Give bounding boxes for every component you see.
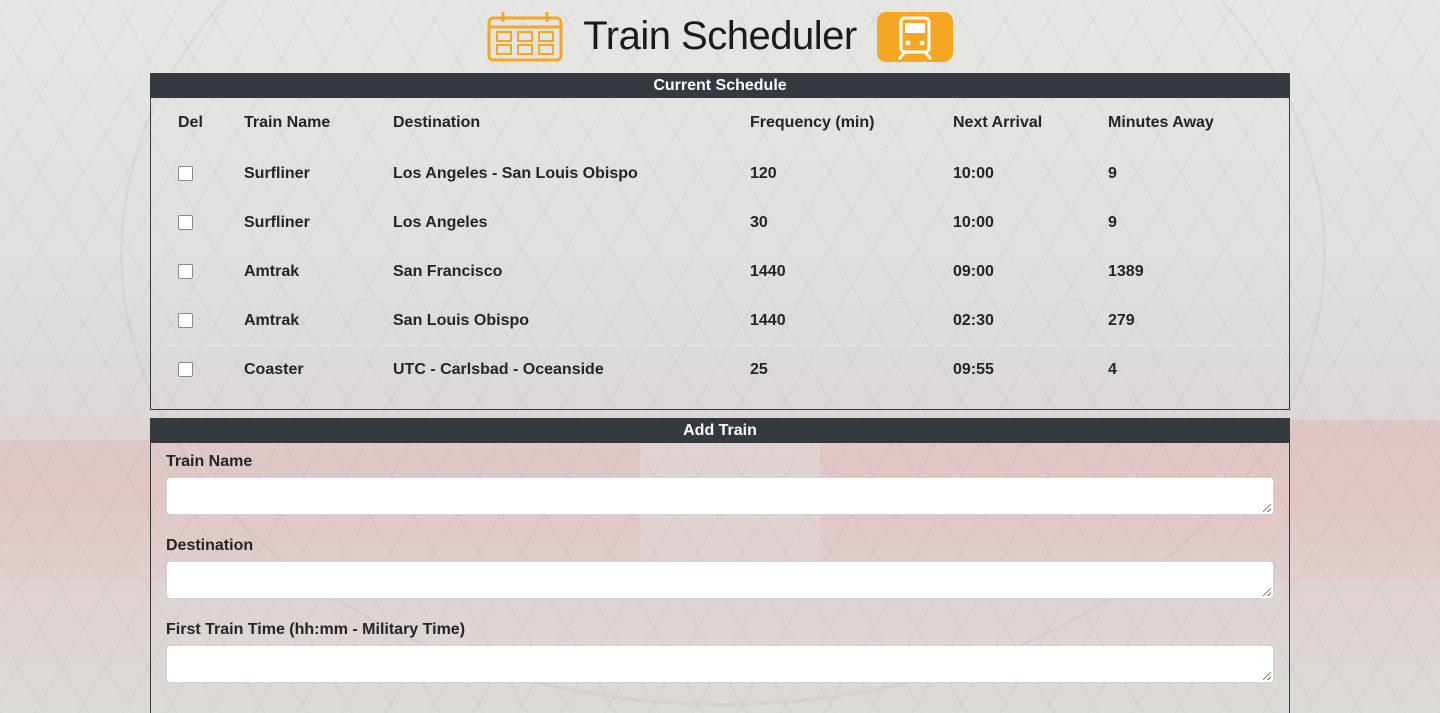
add-train-panel: Add Train Train Name Destination First T…: [150, 418, 1290, 713]
frequency-cell: 1440: [738, 296, 941, 346]
minutes-away-cell: 279: [1096, 296, 1274, 346]
first-train-time-input[interactable]: [166, 645, 1274, 683]
train-name-input[interactable]: [166, 477, 1274, 515]
resize-handle-icon[interactable]: [1263, 672, 1271, 680]
train-name-cell: Surfliner: [244, 165, 310, 182]
train-icon: [876, 10, 953, 62]
destination-cell: San Francisco: [381, 247, 738, 297]
destination-cell: San Louis Obispo: [381, 296, 738, 346]
page-title: Train Scheduler: [583, 13, 857, 58]
train-name-cell: Surfliner: [232, 198, 381, 248]
minutes-away-cell: 9: [1096, 198, 1274, 248]
resize-handle-icon[interactable]: [1263, 588, 1271, 596]
table-row: Coaster UTC - Carlsbad - Oceanside 25 09…: [166, 345, 1274, 394]
column-header-next-arrival: Next Arrival: [941, 98, 1096, 150]
calendar-icon: [487, 10, 563, 62]
add-train-form: Train Name Destination First Train Time …: [151, 443, 1289, 683]
next-arrival-cell: 10:00: [953, 165, 994, 182]
frequency-cell: 1440: [738, 247, 941, 297]
column-header-train-name: Train Name: [232, 98, 381, 150]
delete-checkbox[interactable]: [178, 166, 193, 182]
train-name-cell: Coaster: [232, 345, 381, 394]
frequency-cell: 30: [738, 198, 941, 248]
destination-cell: UTC - Carlsbad - Oceanside: [381, 345, 738, 394]
first-train-time-label: First Train Time (hh:mm - Military Time): [166, 621, 466, 638]
add-train-heading: Add Train: [151, 419, 1289, 443]
destination-input[interactable]: [166, 561, 1274, 599]
column-header-del: Del: [166, 98, 232, 150]
column-header-minutes-away: Minutes Away: [1096, 98, 1274, 150]
frequency-cell: 120: [750, 165, 777, 182]
delete-checkbox[interactable]: [178, 313, 193, 329]
table-row: Amtrak San Francisco 1440 09:00 1389: [166, 247, 1274, 297]
page-header: Train Scheduler: [0, 0, 1440, 72]
schedule-table: Del Train Name Destination Frequency (mi…: [166, 98, 1274, 394]
table-row: Surfliner Los Angeles - San Louis Obispo…: [166, 149, 1274, 199]
minutes-away-cell: 1389: [1096, 247, 1274, 297]
column-header-frequency: Frequency (min): [738, 98, 941, 150]
train-name-label: Train Name: [166, 453, 253, 470]
next-arrival-cell: 02:30: [941, 296, 1096, 346]
delete-checkbox[interactable]: [178, 362, 193, 378]
delete-checkbox[interactable]: [178, 215, 193, 231]
minutes-away-cell: 9: [1108, 165, 1117, 182]
destination-label: Destination: [166, 537, 254, 554]
destination-cell: Los Angeles: [381, 198, 738, 248]
next-arrival-cell: 09:55: [941, 345, 1096, 394]
table-row: Surfliner Los Angeles 30 10:00 9: [166, 198, 1274, 248]
table-header-row: Del Train Name Destination Frequency (mi…: [166, 98, 1274, 150]
next-arrival-cell: 09:00: [941, 247, 1096, 297]
table-row: Amtrak San Louis Obispo 1440 02:30 279: [166, 296, 1274, 346]
current-schedule-heading: Current Schedule: [151, 74, 1289, 98]
next-arrival-cell: 10:00: [941, 198, 1096, 248]
train-name-cell: Amtrak: [232, 296, 381, 346]
frequency-cell: 25: [738, 345, 941, 394]
column-header-destination: Destination: [381, 98, 738, 150]
minutes-away-cell: 4: [1096, 345, 1274, 394]
current-schedule-panel: Current Schedule Del Train Name Destinat…: [150, 73, 1290, 410]
resize-handle-icon[interactable]: [1263, 504, 1271, 512]
delete-checkbox[interactable]: [178, 264, 193, 280]
train-name-cell: Amtrak: [232, 247, 381, 297]
destination-cell: Los Angeles - San Louis Obispo: [393, 165, 638, 182]
